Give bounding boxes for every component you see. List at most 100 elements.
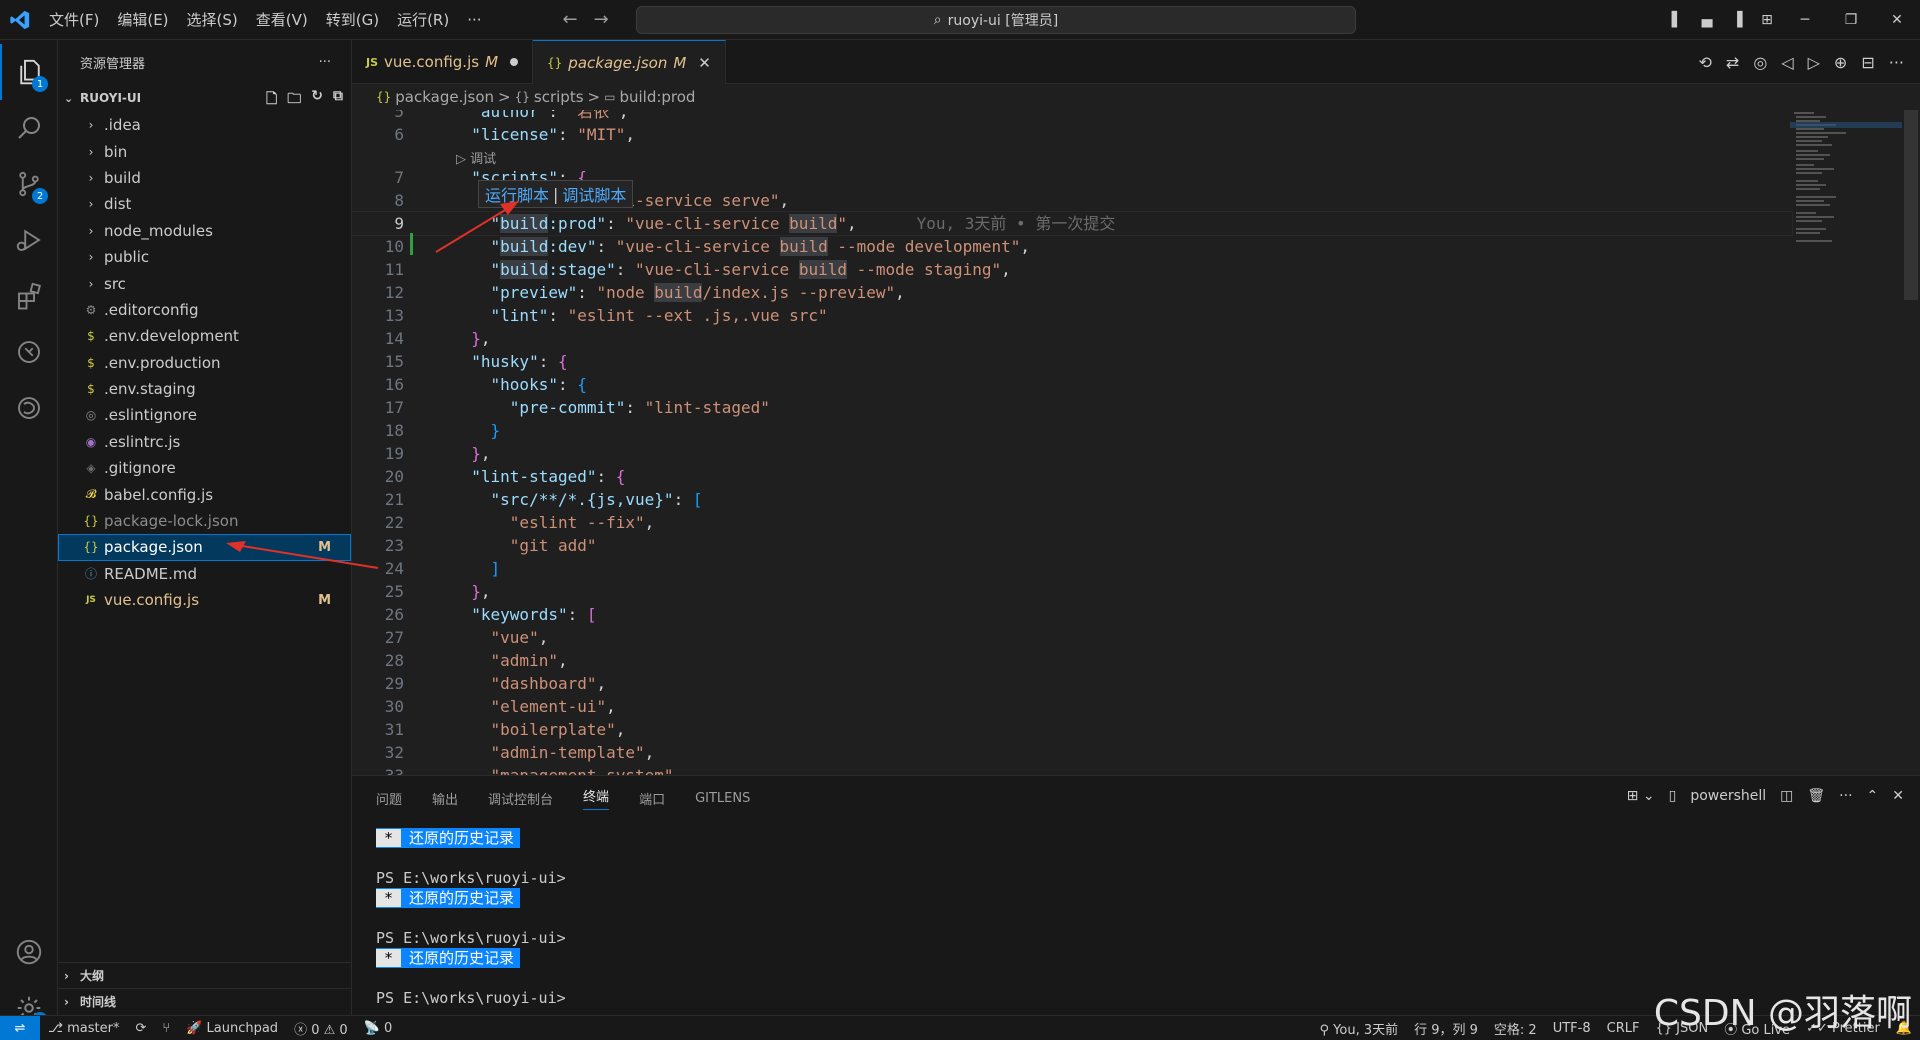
terminal-shell-label[interactable]: powershell (1690, 788, 1766, 804)
next-change-icon[interactable]: ▷ (1808, 53, 1820, 72)
trash-icon[interactable]: 🗑 (1807, 788, 1825, 804)
collapse-all-icon[interactable]: ⧉ (333, 88, 343, 112)
new-file-icon[interactable]: 🗋 (266, 88, 277, 112)
ports-status[interactable]: 📡 0 (356, 1021, 401, 1036)
close-window-icon[interactable]: ✕ (1874, 12, 1920, 28)
file-item[interactable]: $ .env.development (58, 323, 351, 349)
search-view-icon[interactable] (0, 100, 58, 156)
tab-debug-console[interactable]: 调试控制台 (488, 789, 553, 808)
tab-vue-config[interactable]: JS vue.config.js M (352, 40, 534, 84)
forward-arrow-icon[interactable]: → (594, 9, 609, 30)
breadcrumb-item[interactable]: build:prod (619, 88, 695, 106)
breadcrumb-file[interactable]: package.json (395, 88, 494, 106)
folder-item[interactable]: › src (58, 270, 351, 296)
branch-status[interactable]: ⎇ master* (40, 1021, 127, 1036)
problems-status[interactable]: ⓧ 0 ⚠ 0 (286, 1019, 356, 1038)
remote-indicator-icon[interactable]: ⇌ (0, 1015, 40, 1040)
folder-item[interactable]: › bin (58, 138, 351, 164)
customize-layout-icon[interactable]: ⊞ (1752, 12, 1782, 28)
tab-terminal[interactable]: 终端 (583, 786, 610, 810)
explorer-icon[interactable]: 1 (0, 44, 58, 100)
new-folder-icon[interactable]: 🗀 (287, 88, 301, 112)
folder-item[interactable]: › node_modules (58, 218, 351, 244)
toggle-panel-icon[interactable]: ▄ (1692, 12, 1722, 28)
restore-icon[interactable]: ❐ (1828, 12, 1874, 28)
folder-item[interactable]: › public (58, 244, 351, 270)
compare-changes-icon[interactable]: ⇄ (1726, 53, 1739, 72)
indentation[interactable]: 空格: 2 (1486, 1019, 1545, 1038)
debug-script-link[interactable]: 调试脚本 (562, 182, 626, 206)
file-item[interactable]: ⓘ README.md (58, 561, 351, 587)
panel-more-icon[interactable]: ··· (1839, 788, 1852, 804)
file-item[interactable]: $ .env.production (58, 350, 351, 376)
run-script-link[interactable]: 运行脚本 (485, 182, 549, 206)
more-actions-icon[interactable]: ··· (1889, 53, 1904, 72)
timeline-history-icon[interactable]: ⟲ (1699, 53, 1712, 72)
tab-output[interactable]: 输出 (432, 789, 458, 808)
file-item[interactable]: $ .env.staging (58, 376, 351, 402)
close-tab-icon[interactable]: ✕ (698, 54, 711, 72)
file-item[interactable]: 𝓑babel.config.js (58, 481, 351, 507)
tab-package-json[interactable]: {} package.json M ✕ (533, 40, 726, 84)
file-item[interactable]: {} package.json M (58, 534, 351, 561)
encoding[interactable]: UTF-8 (1545, 1021, 1599, 1036)
extensions-icon[interactable] (0, 268, 58, 324)
source-control-icon[interactable]: 2 (0, 156, 58, 212)
refresh-icon[interactable]: ↻ (311, 88, 323, 112)
menu-go[interactable]: 转到(G) (317, 0, 388, 40)
tab-gitlens[interactable]: GITLENS (695, 791, 750, 806)
tab-problems[interactable]: 问题 (376, 789, 402, 808)
gitlens-icon[interactable]: ⊕ (1834, 53, 1847, 72)
split-editor-icon[interactable]: ⊟ (1861, 53, 1874, 72)
outline-section[interactable]: › 大纲 (58, 962, 352, 988)
menu-more[interactable]: ··· (458, 0, 490, 40)
minimize-icon[interactable]: ─ (1782, 12, 1828, 28)
scm-badge: 2 (32, 188, 48, 204)
editor-scrollbar[interactable] (1904, 110, 1918, 300)
folder-item[interactable]: › .idea (58, 112, 351, 138)
file-item[interactable]: ◉ .eslintrc.js (58, 429, 351, 455)
git-graph-icon[interactable]: ⑂ (154, 1021, 178, 1036)
toggle-secondary-sidebar-icon[interactable]: ▐ (1722, 12, 1752, 28)
launchpad-status[interactable]: 🚀 Launchpad (178, 1021, 286, 1036)
ai-chat-icon[interactable] (0, 380, 58, 436)
blame-status[interactable]: ⚲ You, 3天前 (1312, 1019, 1407, 1038)
file-item[interactable]: ⚙ .editorconfig (58, 297, 351, 323)
tab-ports[interactable]: 端口 (639, 789, 665, 808)
codelens-debug[interactable]: ▷ 调试 (456, 148, 496, 167)
file-item[interactable]: ◎ .eslintignore (58, 402, 351, 428)
maximize-panel-icon[interactable]: ⌃ (1867, 788, 1879, 804)
sync-icon[interactable]: ⟳ (127, 1021, 154, 1036)
new-terminal-split-icon[interactable]: ⊞ ⌄ (1627, 788, 1655, 804)
breadcrumb-scripts[interactable]: scripts (534, 88, 584, 106)
folder-item[interactable]: › dist (58, 191, 351, 217)
workspace-root[interactable]: ⌄ RUOYI-UI 🗋 🗀 ↻ ⧉ (58, 84, 351, 112)
split-terminal-icon[interactable]: ◫ (1780, 788, 1793, 804)
menu-edit[interactable]: 编辑(E) (108, 0, 177, 40)
back-arrow-icon[interactable]: ← (563, 9, 578, 30)
cursor-position[interactable]: 行 9，列 9 (1406, 1019, 1486, 1038)
line-ending[interactable]: CRLF (1599, 1021, 1648, 1036)
previous-change-icon[interactable]: ◁ (1781, 53, 1793, 72)
menu-file[interactable]: 文件(F) (40, 0, 108, 40)
code-editor[interactable]: ▷ 调试 5 "author": "若依", 6 "license": "MIT"… (352, 110, 1904, 775)
terminal-output[interactable]: * 还原的历史记录 PS E:\works\ruoyi-ui> * 还原的历史记录 … (376, 828, 566, 1008)
sidebar-more-icon[interactable]: ··· (319, 55, 331, 70)
file-item[interactable]: {} package-lock.json (58, 508, 351, 534)
accounts-icon[interactable] (0, 924, 58, 980)
run-debug-icon[interactable] (0, 212, 58, 268)
menu-selection[interactable]: 选择(S) (178, 0, 247, 40)
menu-view[interactable]: 查看(V) (247, 0, 317, 40)
unsaved-dot-icon[interactable] (510, 58, 519, 66)
timeline-section[interactable]: › 时间线 (58, 988, 352, 1014)
minimap[interactable] (1790, 110, 1902, 290)
close-panel-icon[interactable]: ✕ (1892, 788, 1904, 804)
file-item[interactable]: ◈ .gitignore (58, 455, 351, 481)
folder-item[interactable]: › build (58, 165, 351, 191)
file-item[interactable]: JS vue.config.js M (58, 587, 351, 613)
remote-explorer-icon[interactable] (0, 324, 58, 380)
command-center-search[interactable]: ⌕ ruoyi-ui [管理员] (636, 6, 1356, 34)
menu-run[interactable]: 运行(R) (388, 0, 458, 40)
gitlens-inspect-icon[interactable]: ◎ (1753, 53, 1767, 72)
toggle-sidebar-icon[interactable]: ▌ (1662, 12, 1692, 28)
